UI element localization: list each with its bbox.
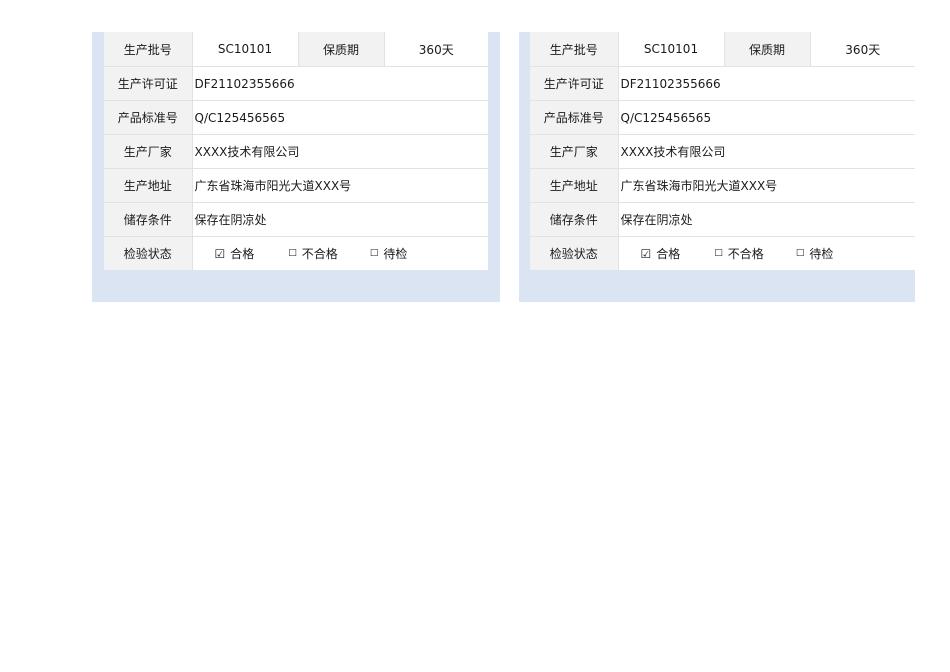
status-options: ☑ 合格 □ 不合格 □ 待检 bbox=[618, 237, 915, 271]
standard-label: 产品标准号 bbox=[104, 100, 193, 135]
address-row: 生产地址 广东省珠海市阳光大道XXX号 bbox=[104, 168, 488, 203]
license-row: 生产许可证 DF21102355666 bbox=[530, 66, 915, 101]
address-label: 生产地址 bbox=[104, 168, 193, 203]
batch-label: 生产批号 bbox=[530, 32, 619, 67]
batch-row: 生产批号 SC10101 保质期 360天 bbox=[104, 32, 488, 67]
product-label-card: 生产批号 SC10101 保质期 360天 生产许可证 DF2110235566… bbox=[92, 32, 500, 302]
checkbox-empty-icon[interactable]: □ bbox=[714, 249, 723, 258]
storage-value: 保存在阴凉处 bbox=[192, 202, 488, 237]
checkbox-empty-icon[interactable]: □ bbox=[796, 249, 805, 258]
status-option-label: 不合格 bbox=[301, 247, 338, 261]
batch-value: SC10101 bbox=[618, 32, 725, 67]
status-option-pending[interactable]: □ 待检 bbox=[796, 245, 834, 262]
status-option-label: 待检 bbox=[383, 247, 408, 261]
storage-label: 储存条件 bbox=[104, 202, 193, 237]
license-label: 生产许可证 bbox=[530, 66, 619, 101]
standard-value: Q/C125456565 bbox=[618, 100, 915, 135]
license-label: 生产许可证 bbox=[104, 66, 193, 101]
status-label: 检验状态 bbox=[104, 236, 193, 270]
product-info-table: 生产批号 SC10101 保质期 360天 生产许可证 DF2110235566… bbox=[104, 32, 488, 270]
product-info-table: 生产批号 SC10101 保质期 360天 生产许可证 DF2110235566… bbox=[530, 32, 915, 270]
standard-row: 产品标准号 Q/C125456565 bbox=[104, 100, 488, 135]
shelf-life-value: 360天 bbox=[384, 32, 488, 67]
batch-value: SC10101 bbox=[192, 32, 299, 67]
shelf-life-label: 保质期 bbox=[724, 32, 811, 67]
status-label: 检验状态 bbox=[530, 236, 619, 270]
maker-label: 生产厂家 bbox=[530, 134, 619, 169]
status-option-pending[interactable]: □ 待检 bbox=[370, 245, 408, 262]
storage-row: 储存条件 保存在阴凉处 bbox=[530, 202, 915, 237]
address-value: 广东省珠海市阳光大道XXX号 bbox=[192, 168, 488, 203]
batch-row: 生产批号 SC10101 保质期 360天 bbox=[530, 32, 915, 67]
status-options: ☑ 合格 □ 不合格 □ 待检 bbox=[192, 237, 488, 271]
license-value: DF21102355666 bbox=[192, 66, 488, 101]
address-label: 生产地址 bbox=[530, 168, 619, 203]
status-option-fail[interactable]: □ 不合格 bbox=[714, 245, 764, 262]
checkbox-checked-icon[interactable]: ☑ bbox=[641, 248, 652, 260]
status-option-pass[interactable]: ☑ 合格 bbox=[641, 245, 681, 262]
checkbox-checked-icon[interactable]: ☑ bbox=[215, 248, 226, 260]
license-value: DF21102355666 bbox=[618, 66, 915, 101]
storage-value: 保存在阴凉处 bbox=[618, 202, 915, 237]
checkbox-empty-icon[interactable]: □ bbox=[288, 249, 297, 258]
maker-row: 生产厂家 XXXX技术有限公司 bbox=[104, 134, 488, 169]
maker-label: 生产厂家 bbox=[104, 134, 193, 169]
storage-label: 储存条件 bbox=[530, 202, 619, 237]
checkbox-empty-icon[interactable]: □ bbox=[370, 249, 379, 258]
storage-row: 储存条件 保存在阴凉处 bbox=[104, 202, 488, 237]
product-label-card: 生产批号 SC10101 保质期 360天 生产许可证 DF2110235566… bbox=[519, 32, 915, 302]
standard-value: Q/C125456565 bbox=[192, 100, 488, 135]
maker-row: 生产厂家 XXXX技术有限公司 bbox=[530, 134, 915, 169]
status-option-label: 待检 bbox=[809, 247, 834, 261]
status-option-label: 合格 bbox=[656, 247, 681, 261]
status-option-fail[interactable]: □ 不合格 bbox=[288, 245, 338, 262]
standard-row: 产品标准号 Q/C125456565 bbox=[530, 100, 915, 135]
batch-label: 生产批号 bbox=[104, 32, 193, 67]
label-sheet-page: 生产批号 SC10101 保质期 360天 生产许可证 DF2110235566… bbox=[0, 0, 950, 672]
address-value: 广东省珠海市阳光大道XXX号 bbox=[618, 168, 915, 203]
shelf-life-value: 360天 bbox=[810, 32, 915, 67]
status-option-label: 不合格 bbox=[727, 247, 764, 261]
license-row: 生产许可证 DF21102355666 bbox=[104, 66, 488, 101]
maker-value: XXXX技术有限公司 bbox=[618, 134, 915, 169]
shelf-life-label: 保质期 bbox=[298, 32, 385, 67]
status-row: 检验状态 ☑ 合格 □ 不合格 □ 待检 bbox=[104, 236, 488, 271]
product-info-table-wrap: 生产批号 SC10101 保质期 360天 生产许可证 DF2110235566… bbox=[530, 32, 915, 270]
status-option-pass[interactable]: ☑ 合格 bbox=[215, 245, 255, 262]
standard-label: 产品标准号 bbox=[530, 100, 619, 135]
status-row: 检验状态 ☑ 合格 □ 不合格 □ 待检 bbox=[530, 236, 915, 271]
address-row: 生产地址 广东省珠海市阳光大道XXX号 bbox=[530, 168, 915, 203]
product-info-table-wrap: 生产批号 SC10101 保质期 360天 生产许可证 DF2110235566… bbox=[104, 32, 488, 270]
status-option-label: 合格 bbox=[230, 247, 255, 261]
maker-value: XXXX技术有限公司 bbox=[192, 134, 488, 169]
